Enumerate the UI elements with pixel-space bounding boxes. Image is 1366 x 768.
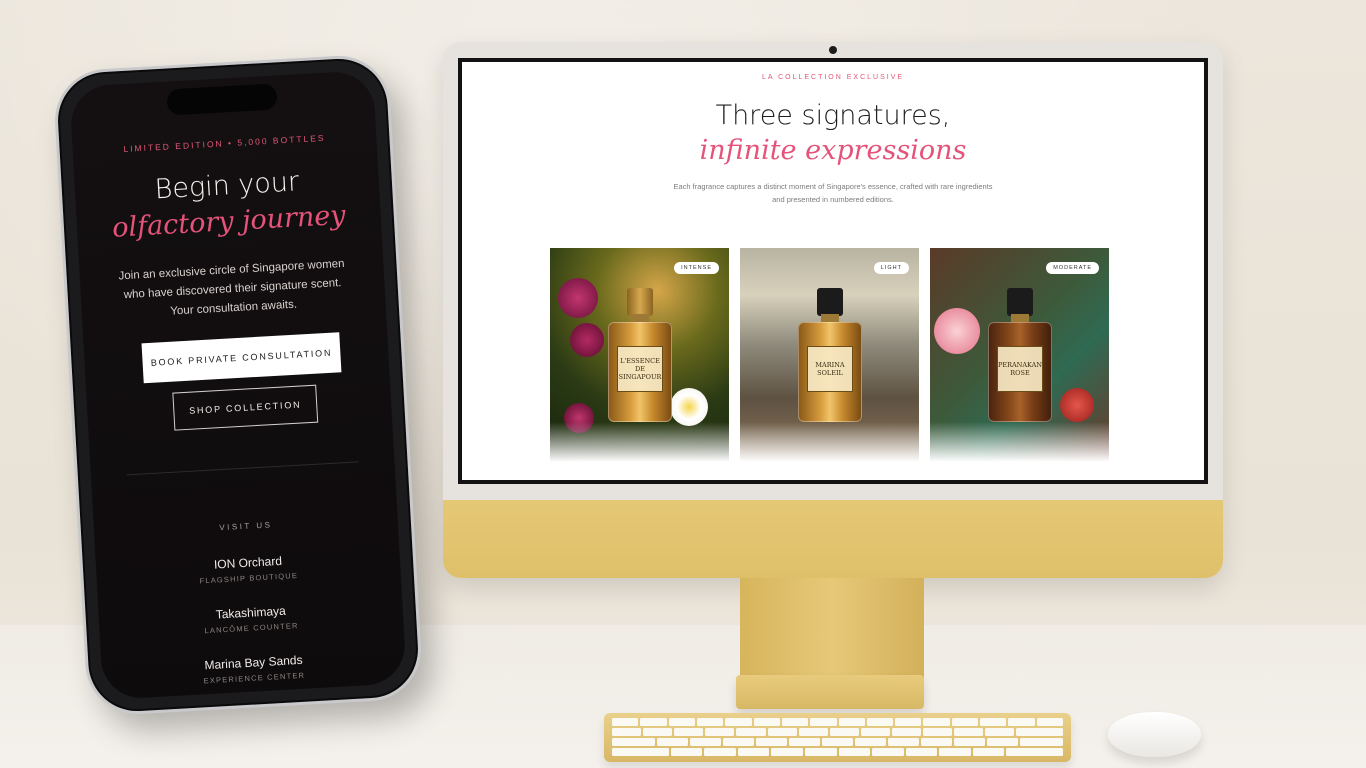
location-item[interactable]: Takashimaya LANCÔME COUNTER <box>99 597 404 641</box>
phone-notch <box>166 83 278 116</box>
imac-chin <box>443 500 1223 578</box>
phone-body-text: Join an exclusive circle of Singapore wo… <box>118 257 345 318</box>
phone-screen: LIMITED EDITION • 5,000 BOTTLES Begin yo… <box>69 69 407 701</box>
mouse[interactable] <box>1108 712 1201 757</box>
bottle-label: L'ESSENCE DE SINGAPOUR <box>617 346 663 392</box>
location-item[interactable]: Marina Bay Sands EXPERIENCE CENTER <box>101 647 406 691</box>
location-item[interactable]: ION Orchard FLAGSHIP BOUTIQUE <box>96 547 401 591</box>
collection-title-line1: Three signatures, <box>715 100 951 131</box>
imac-screen: LA COLLECTION EXCLUSIVE Three signatures… <box>458 58 1208 484</box>
orchid-flower <box>570 323 604 357</box>
frangipani-flower <box>670 388 708 426</box>
shop-collection-button[interactable]: SHOP COLLECTION <box>172 384 319 431</box>
product-card-marina[interactable]: MARINA SOLEIL LIGHT <box>740 248 919 462</box>
product-card-essence[interactable]: L'ESSENCE DE SINGAPOUR INTENSE <box>550 248 729 462</box>
lychee-fruit <box>1060 388 1094 422</box>
perfume-bottle: PERANAKAN ROSE <box>988 288 1052 424</box>
keyboard[interactable] <box>604 713 1071 762</box>
intensity-badge: INTENSE <box>674 262 719 274</box>
bottle-label: MARINA SOLEIL <box>807 346 853 392</box>
imac-stand-base <box>736 675 924 709</box>
visit-us-heading: VISIT US <box>219 520 273 533</box>
imac-monitor: LA COLLECTION EXCLUSIVE Three signatures… <box>443 42 1223 578</box>
phone-divider <box>126 461 359 476</box>
intensity-badge: MODERATE <box>1046 262 1099 274</box>
orchid-flower <box>558 278 598 318</box>
peony-flower <box>934 308 980 354</box>
book-consultation-button[interactable]: BOOK PRIVATE CONSULTATION <box>141 332 342 384</box>
website-page: LA COLLECTION EXCLUSIVE Three signatures… <box>462 62 1204 480</box>
perfume-bottle: MARINA SOLEIL <box>798 288 862 424</box>
intensity-badge: LIGHT <box>873 262 909 274</box>
collection-subtitle: Each fragrance captures a distinct momen… <box>673 182 993 204</box>
collection-eyebrow: LA COLLECTION EXCLUSIVE <box>761 74 905 81</box>
bottle-label: PERANAKAN ROSE <box>997 346 1043 392</box>
collection-title-line2: infinite expressions <box>699 135 967 166</box>
phone-device: LIMITED EDITION • 5,000 BOTTLES Begin yo… <box>52 53 424 717</box>
camera-icon <box>829 46 837 54</box>
phone-eyebrow: LIMITED EDITION • 5,000 BOTTLES <box>123 132 326 155</box>
product-card-peranakan[interactable]: PERANAKAN ROSE MODERATE <box>930 248 1109 462</box>
perfume-bottle: L'ESSENCE DE SINGAPOUR <box>608 288 672 424</box>
imac-stand <box>740 578 924 682</box>
